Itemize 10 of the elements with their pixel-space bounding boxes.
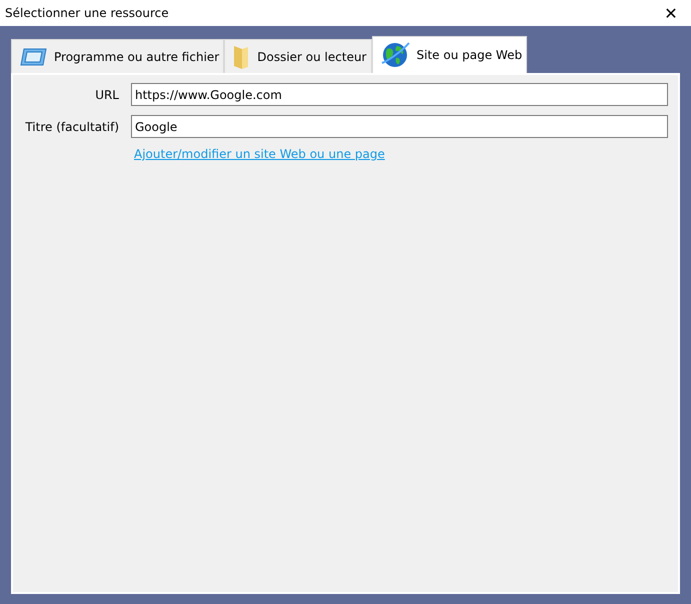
field-label: Titre (facultatif): [24, 120, 119, 134]
input-field[interactable]: Google: [131, 115, 668, 138]
tab[interactable]: Site ou page Web: [372, 36, 528, 73]
window-icon: [18, 46, 48, 66]
field-label: URL: [94, 88, 119, 102]
tab[interactable]: Programme ou autre fichier: [11, 39, 224, 73]
input-field[interactable]: https://www.Google.com: [131, 83, 668, 106]
window-title: Sélectionner une ressource: [5, 6, 169, 20]
close-button[interactable]: ✕: [651, 0, 691, 26]
tab[interactable]: Dossier ou lecteur: [224, 39, 372, 73]
